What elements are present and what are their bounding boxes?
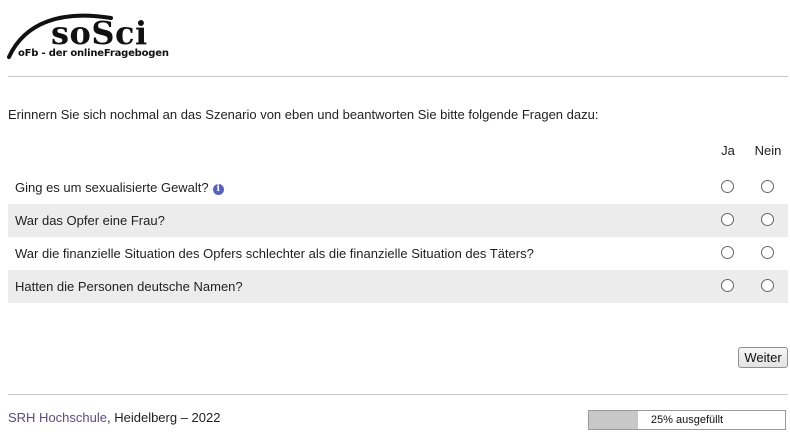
radio-nein-q4[interactable]: [761, 279, 774, 292]
progress-bar: 25% ausgefüllt: [588, 410, 786, 430]
question-row: Hatten die Personen deutsche Namen?: [8, 270, 788, 303]
question-text: War das Opfer eine Frau?: [15, 213, 165, 228]
info-icon[interactable]: i: [212, 184, 224, 195]
footer-location: , Heidelberg – 2022: [107, 410, 221, 425]
radio-ja-q1[interactable]: [721, 180, 734, 193]
next-button[interactable]: Weiter: [738, 347, 788, 368]
question-text-wrapper: Ging es um sexualisierte Gewalt? i: [15, 180, 224, 195]
column-header-no: Nein: [754, 143, 782, 158]
logo-tagline: oFb - der onlineFragebogen: [18, 48, 169, 59]
question-row: War das Opfer eine Frau?: [8, 204, 788, 237]
header-divider: [8, 76, 788, 77]
question-row: Ging es um sexualisierte Gewalt? i: [8, 171, 788, 204]
column-header-yes: Ja: [721, 143, 735, 158]
footer-text: SRH Hochschule, Heidelberg – 2022: [8, 410, 220, 425]
footer-divider: [8, 394, 788, 395]
sosci-logo: soSci oFb - der onlineFragebogen: [7, 8, 169, 62]
radio-ja-q3[interactable]: [721, 246, 734, 259]
question-text: War die finanzielle Situation des Opfers…: [15, 246, 534, 261]
radio-nein-q2[interactable]: [761, 213, 774, 226]
radio-ja-q2[interactable]: [721, 213, 734, 226]
radio-ja-q4[interactable]: [721, 279, 734, 292]
logo-wordmark: soSci: [51, 14, 148, 52]
footer-link-srh[interactable]: SRH Hochschule: [8, 410, 107, 425]
radio-nein-q1[interactable]: [761, 180, 774, 193]
progress-label: 25% ausgefüllt: [650, 414, 724, 426]
question-row: War die finanzielle Situation des Opfers…: [8, 237, 788, 270]
instruction-text: Erinnern Sie sich nochmal an das Szenari…: [8, 107, 599, 122]
question-text: Hatten die Personen deutsche Namen?: [15, 279, 243, 294]
question-text: Ging es um sexualisierte Gewalt?: [15, 180, 209, 195]
radio-nein-q3[interactable]: [761, 246, 774, 259]
